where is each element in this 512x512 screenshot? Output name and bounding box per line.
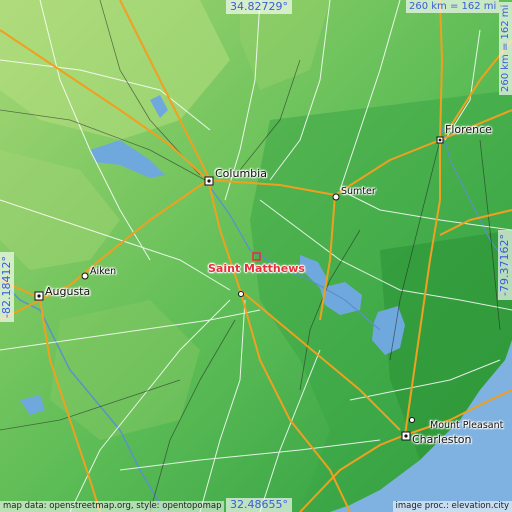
city-label-florence: Florence bbox=[445, 123, 492, 136]
city-label-sumter: Sumter bbox=[341, 186, 376, 197]
city-label-aiken: Aiken bbox=[90, 266, 117, 277]
scale-horizontal: 260 km = 162 mi bbox=[406, 0, 500, 13]
coord-top: 34.82729° bbox=[226, 0, 292, 14]
coord-right: -79.37162° bbox=[498, 230, 512, 300]
map-view[interactable]: Florence Columbia Sumter Aiken Augusta C… bbox=[0, 0, 512, 512]
scale-vertical: 260 km = 162 mi bbox=[499, 1, 512, 95]
credit-image-processing: image proc.: elevation.city bbox=[392, 501, 512, 512]
coord-left: -82.18412° bbox=[0, 252, 14, 322]
credit-map-data: map data: openstreetmap.org, style: open… bbox=[0, 501, 225, 512]
city-label-charleston: Charleston bbox=[412, 433, 472, 446]
city-label-mount-pleasant: Mount Pleasant bbox=[430, 420, 504, 431]
city-label-augusta: Augusta bbox=[45, 285, 91, 298]
place-label: Saint Matthews bbox=[208, 262, 305, 275]
city-label-columbia: Columbia bbox=[215, 167, 267, 180]
coord-bottom: 32.48655° bbox=[226, 498, 292, 512]
